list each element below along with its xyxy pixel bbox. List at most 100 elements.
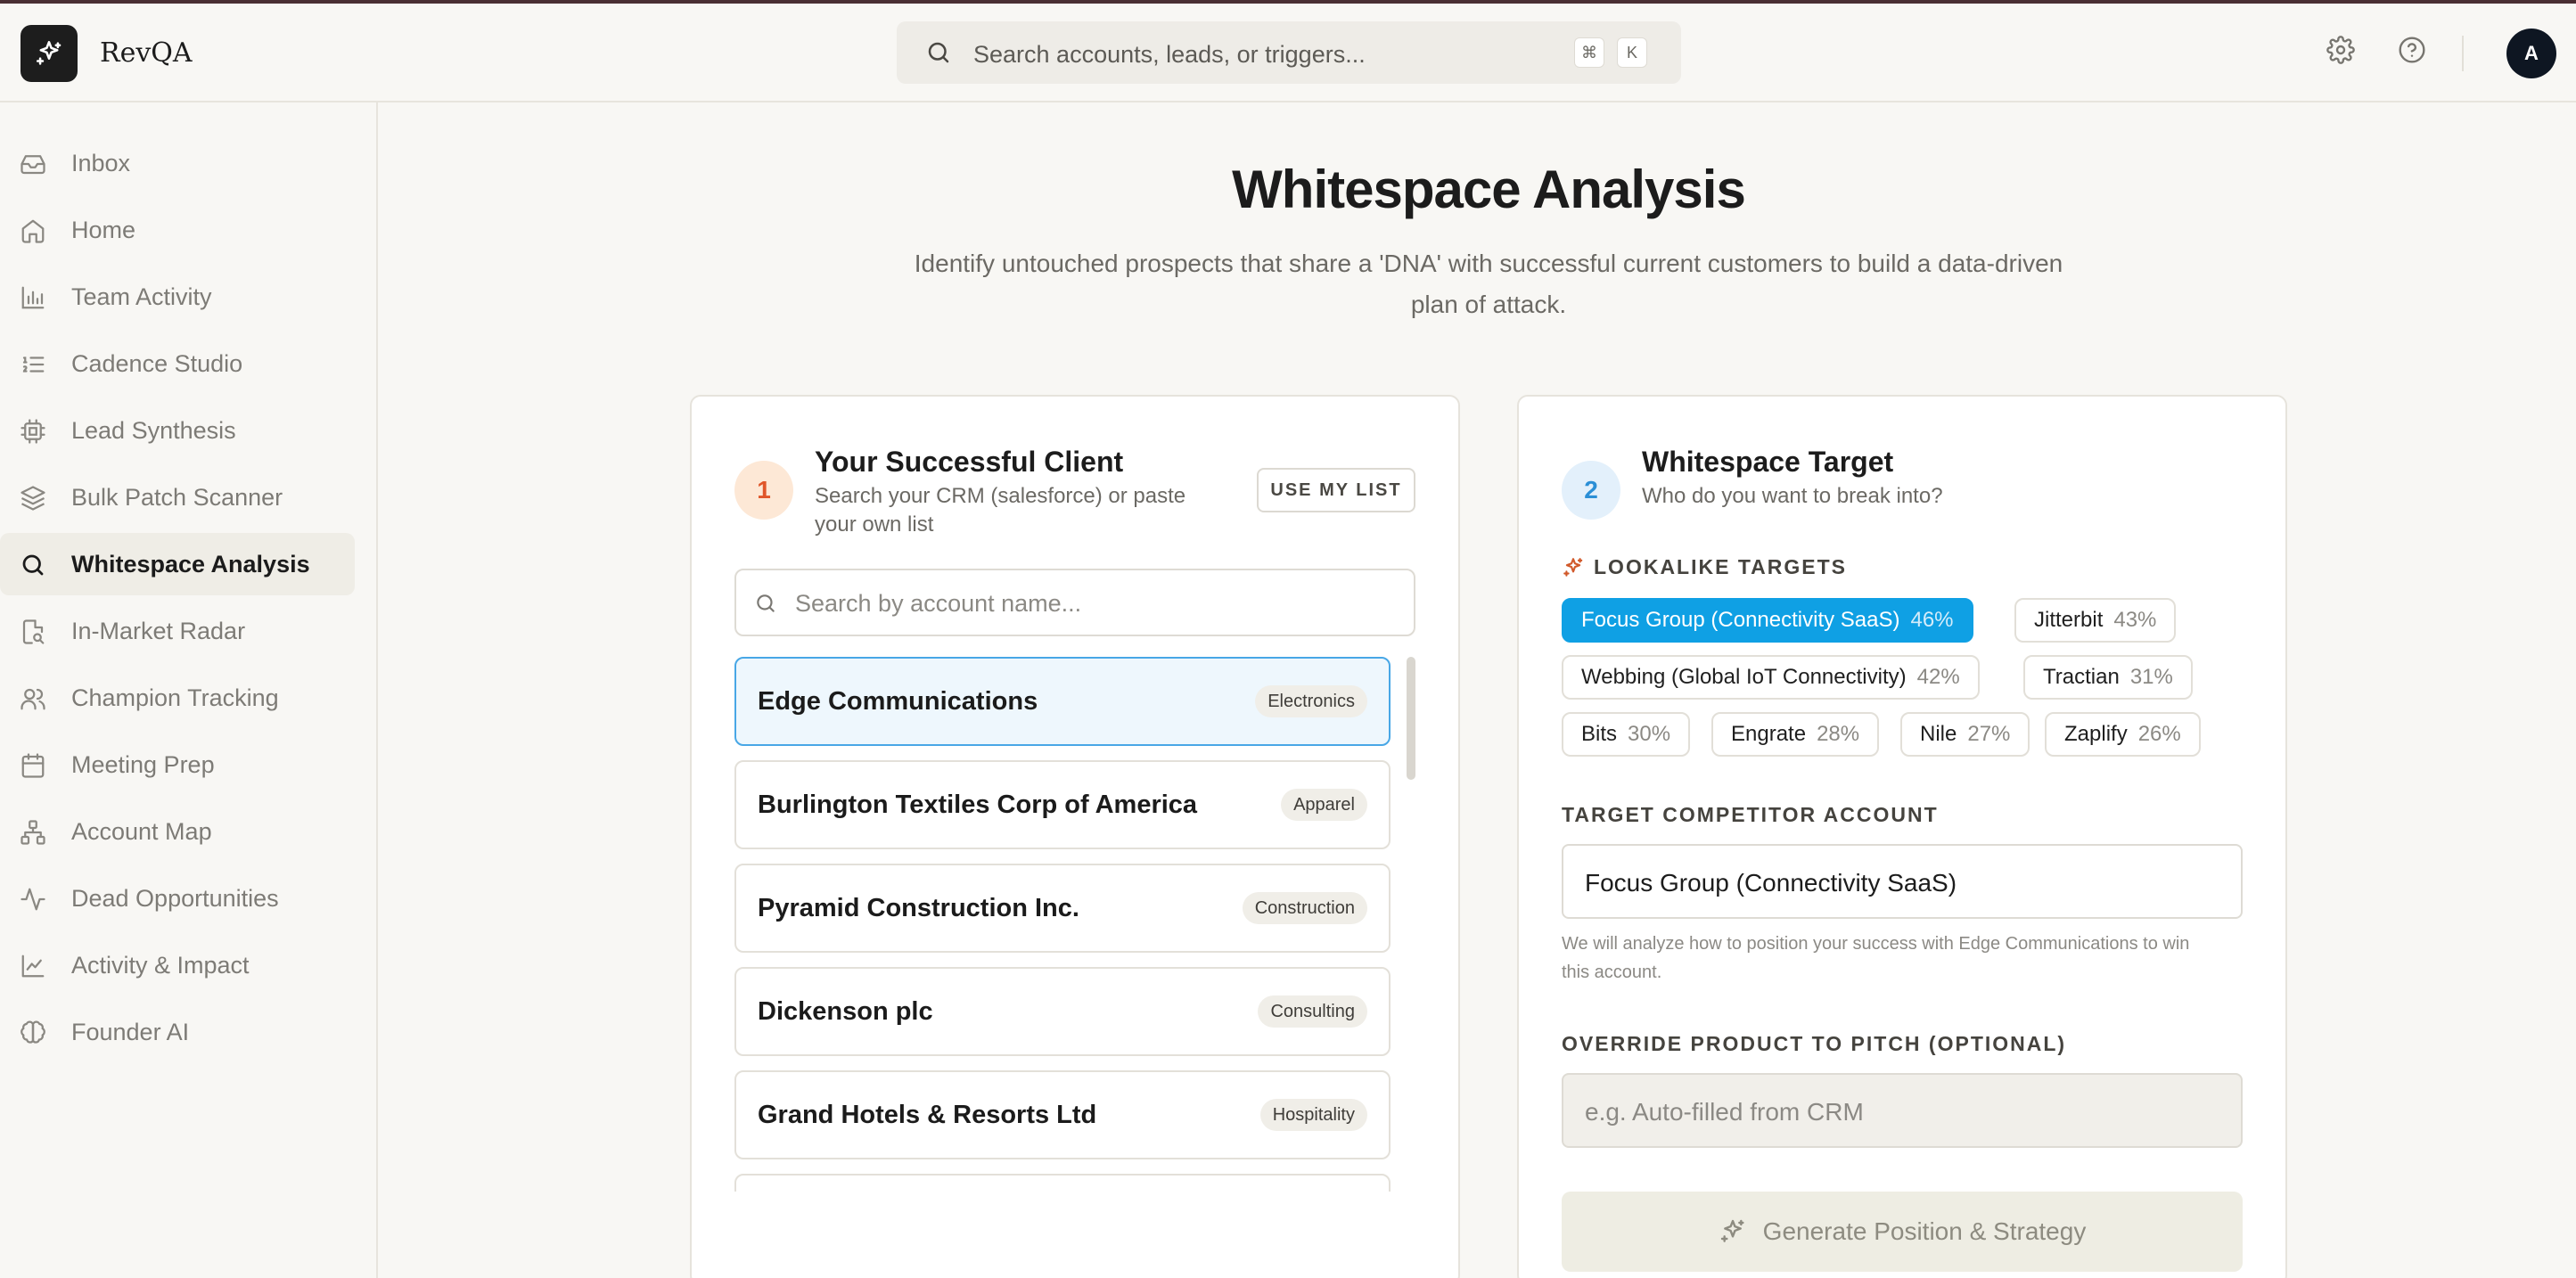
activity-icon bbox=[21, 888, 45, 911]
industry-badge: Apparel bbox=[1281, 789, 1367, 821]
kbd-k: K bbox=[1617, 37, 1647, 68]
chip-name: Engrate bbox=[1731, 722, 1807, 746]
sidebar-item-whitespace-analysis[interactable]: Whitespace Analysis bbox=[0, 533, 355, 595]
sidebar-item-meeting-prep[interactable]: Meeting Prep bbox=[0, 733, 355, 796]
successful-client-card: 1 Your Successful Client Search your CRM… bbox=[690, 395, 1460, 1278]
card-title: Your Successful Client bbox=[815, 446, 1124, 478]
account-item[interactable]: Burlington Textiles Corp of America Appa… bbox=[734, 760, 1391, 849]
sidebar-item-bulk-patch-scanner[interactable]: Bulk Patch Scanner bbox=[0, 466, 355, 528]
industry-badge: Construction bbox=[1242, 892, 1367, 924]
users-icon bbox=[21, 688, 45, 710]
chip-name: Jitterbit bbox=[2034, 608, 2104, 632]
industry-badge: Electronics bbox=[1255, 685, 1367, 717]
account-search-input[interactable]: Search by account name... bbox=[734, 569, 1415, 636]
lookalike-chip[interactable]: Jitterbit 43% bbox=[2014, 598, 2177, 643]
help-icon[interactable] bbox=[2398, 36, 2426, 64]
chip-pct: 31% bbox=[2129, 665, 2173, 689]
line-chart-icon bbox=[21, 954, 45, 978]
header-divider bbox=[2462, 36, 2464, 71]
sidebar-item-label: Cadence Studio bbox=[71, 350, 243, 377]
sidebar-item-in-market-radar[interactable]: In-Market Radar bbox=[0, 600, 355, 662]
account-list[interactable]: Edge Communications Electronics Burlingt… bbox=[734, 657, 1394, 1192]
cpu-icon bbox=[21, 419, 45, 444]
competitor-account-input[interactable]: Focus Group (Connectivity SaaS) bbox=[1562, 844, 2243, 919]
competitor-account-label: TARGET COMPETITOR ACCOUNT bbox=[1562, 803, 1939, 826]
chip-name: Bits bbox=[1581, 722, 1618, 746]
account-name: Dickenson plc bbox=[758, 997, 933, 1026]
top-header: RevQA Search accounts, leads, or trigger… bbox=[0, 4, 2576, 102]
sidebar-item-team-activity[interactable]: Team Activity bbox=[0, 266, 355, 328]
bar-chart-icon bbox=[21, 286, 45, 309]
sidebar-item-label: Bulk Patch Scanner bbox=[71, 484, 283, 511]
lookalike-chip[interactable]: Engrate 28% bbox=[1711, 712, 1880, 757]
generate-strategy-button[interactable]: Generate Position & Strategy bbox=[1562, 1192, 2243, 1272]
sidebar-item-label: Lead Synthesis bbox=[71, 417, 236, 444]
app-name: RevQA bbox=[100, 37, 193, 69]
lookalike-label-text: LOOKALIKE TARGETS bbox=[1594, 555, 1848, 578]
search-icon bbox=[22, 554, 44, 576]
lookalike-targets-label: LOOKALIKE TARGETS bbox=[1562, 555, 1847, 579]
account-item[interactable]: Edge Communications Electronics bbox=[734, 657, 1391, 746]
chip-pct: 43% bbox=[2113, 608, 2157, 632]
sparkles-icon bbox=[1563, 557, 1583, 577]
account-list-scrollbar[interactable] bbox=[1407, 657, 1415, 780]
lookalike-chip[interactable]: Tractian 31% bbox=[2023, 655, 2193, 700]
sidebar-item-label: Home bbox=[71, 217, 136, 243]
sidebar-item-founder-ai[interactable]: Founder AI bbox=[0, 1001, 355, 1063]
account-name: Pyramid Construction Inc. bbox=[758, 894, 1079, 922]
sidebar-item-cadence-studio[interactable]: Cadence Studio bbox=[0, 332, 355, 395]
chip-name: Zaplify bbox=[2064, 722, 2128, 746]
account-item[interactable]: Grand Hotels & Resorts Ltd Hospitality bbox=[734, 1070, 1391, 1159]
account-item[interactable]: Pyramid Construction Inc. Construction bbox=[734, 864, 1391, 953]
account-search-placeholder: Search by account name... bbox=[795, 590, 1082, 617]
use-my-list-button[interactable]: USE MY LIST bbox=[1257, 468, 1415, 512]
override-product-label: OVERRIDE PRODUCT TO PITCH (OPTIONAL) bbox=[1562, 1032, 2067, 1055]
sidebar-item-label: Dead Opportunities bbox=[71, 885, 279, 912]
account-name: Edge Communications bbox=[758, 687, 1038, 716]
card-subtitle: Who do you want to break into? bbox=[1642, 484, 1943, 508]
gear-icon[interactable] bbox=[2326, 36, 2355, 64]
chip-pct: 30% bbox=[1628, 722, 1671, 746]
override-product-input[interactable]: e.g. Auto-filled from CRM bbox=[1562, 1073, 2243, 1148]
step-number: 2 bbox=[1562, 461, 1620, 520]
lookalike-chip[interactable]: Nile 27% bbox=[1900, 712, 2030, 757]
search-icon bbox=[757, 594, 775, 612]
lookalike-chip[interactable]: Zaplify 26% bbox=[2045, 712, 2201, 757]
sidebar-item-label: Account Map bbox=[71, 818, 212, 845]
calendar-icon bbox=[21, 753, 45, 778]
sidebar: Inbox Home Team Activity Cadence Studio … bbox=[0, 102, 378, 1278]
account-item[interactable]: Dickenson plc Consulting bbox=[734, 967, 1391, 1056]
app-logo[interactable] bbox=[21, 25, 78, 82]
sidebar-item-label: Founder AI bbox=[71, 1019, 190, 1045]
lookalike-chip[interactable]: Focus Group (Connectivity SaaS) 46% bbox=[1562, 598, 1973, 643]
lookalike-chip[interactable]: Bits 30% bbox=[1562, 712, 1691, 757]
global-search[interactable]: Search accounts, leads, or triggers... ⌘… bbox=[897, 21, 1681, 84]
kbd-cmd: ⌘ bbox=[1574, 37, 1604, 68]
chip-pct: 26% bbox=[2137, 722, 2181, 746]
search-placeholder: Search accounts, leads, or triggers... bbox=[973, 41, 1366, 68]
home-icon bbox=[21, 219, 45, 243]
user-avatar[interactable]: A bbox=[2506, 29, 2556, 78]
chip-name: Webbing (Global IoT Connectivity) bbox=[1581, 665, 1907, 689]
sidebar-item-label: Champion Tracking bbox=[71, 684, 279, 711]
card-subtitle: Search your CRM (salesforce) or paste yo… bbox=[815, 484, 1186, 537]
brain-icon bbox=[21, 1020, 45, 1044]
sidebar-item-champion-tracking[interactable]: Champion Tracking bbox=[0, 667, 355, 729]
list-ordered-icon bbox=[22, 356, 45, 373]
industry-badge: Hospitality bbox=[1259, 1099, 1367, 1131]
card-title: Whitespace Target bbox=[1642, 446, 1894, 478]
sidebar-item-account-map[interactable]: Account Map bbox=[0, 800, 355, 863]
sidebar-item-label: Whitespace Analysis bbox=[71, 551, 310, 578]
sidebar-item-lead-synthesis[interactable]: Lead Synthesis bbox=[0, 399, 355, 462]
generate-button-label: Generate Position & Strategy bbox=[1762, 1217, 2087, 1245]
account-name: Grand Hotels & Resorts Ltd bbox=[758, 1101, 1097, 1129]
chip-name: Tractian bbox=[2043, 665, 2120, 689]
sidebar-item-activity-impact[interactable]: Activity & Impact bbox=[0, 934, 355, 996]
competitor-hint: We will analyze how to position your suc… bbox=[1562, 934, 2190, 982]
account-item-partial[interactable] bbox=[734, 1174, 1391, 1192]
lookalike-chip[interactable]: Webbing (Global IoT Connectivity) 42% bbox=[1562, 655, 1980, 700]
chip-pct: 28% bbox=[1817, 722, 1860, 746]
sidebar-item-dead-opportunities[interactable]: Dead Opportunities bbox=[0, 867, 355, 930]
layers-icon bbox=[21, 486, 45, 511]
sidebar-item-label: Team Activity bbox=[71, 283, 212, 310]
